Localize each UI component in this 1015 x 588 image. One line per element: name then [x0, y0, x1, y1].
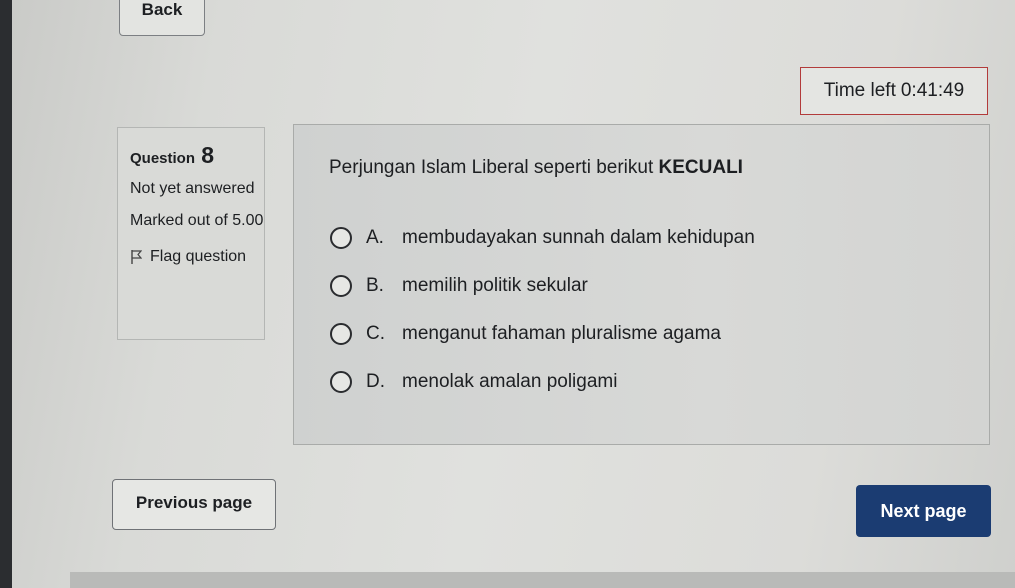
flag-icon	[130, 249, 142, 265]
answer-letter: D.	[366, 371, 385, 392]
timer-label: Time left	[823, 80, 896, 101]
question-text-emphasis: KECUALI	[658, 157, 743, 178]
question-label: Question	[130, 150, 196, 167]
question-number-value: 8	[201, 142, 214, 168]
answer-option-d[interactable]: D. menolak amalan poligami	[330, 371, 617, 393]
radio-button-c[interactable]	[330, 323, 352, 345]
question-content-panel: Perjungan Islam Liberal seperti berikut …	[293, 124, 990, 445]
back-button[interactable]: Back	[119, 0, 205, 36]
answer-text: memilih politik sekular	[402, 275, 588, 296]
radio-button-b[interactable]	[330, 275, 352, 297]
answer-option-a[interactable]: A. membudayakan sunnah dalam kehidupan	[330, 227, 755, 249]
answer-option-b[interactable]: B. memilih politik sekular	[330, 275, 588, 297]
question-text: Perjungan Islam Liberal seperti berikut …	[329, 157, 743, 179]
next-page-button[interactable]: Next page	[856, 485, 991, 537]
radio-button-d[interactable]	[330, 371, 352, 393]
question-state: Not yet answered	[130, 180, 255, 197]
radio-button-a[interactable]	[330, 227, 352, 249]
timer-value: 0:41:49	[900, 80, 965, 101]
previous-page-button[interactable]: Previous page	[112, 479, 276, 530]
question-text-main: Perjungan Islam Liberal seperti berikut	[329, 157, 654, 178]
question-marks: Marked out of 5.00	[130, 212, 264, 229]
page-footer-strip	[70, 572, 1015, 588]
answer-option-c[interactable]: C. menganut fahaman pluralisme agama	[330, 323, 721, 345]
answer-text: menganut fahaman pluralisme agama	[402, 323, 721, 344]
answer-letter: B.	[366, 275, 384, 296]
screen-bezel	[0, 0, 12, 588]
question-number: Question 8	[130, 140, 264, 174]
flag-question-label: Flag question	[150, 248, 247, 265]
answer-letter: C.	[366, 323, 385, 344]
quiz-timer: Time left 0:41:49	[800, 67, 988, 115]
answer-letter: A.	[366, 227, 384, 248]
answer-text: menolak amalan poligami	[402, 371, 618, 392]
flag-question-link[interactable]: Flag question	[130, 244, 264, 270]
answer-text: membudayakan sunnah dalam kehidupan	[402, 227, 755, 248]
question-info-panel: Question 8 Not yet answered Marked out o…	[117, 127, 265, 340]
